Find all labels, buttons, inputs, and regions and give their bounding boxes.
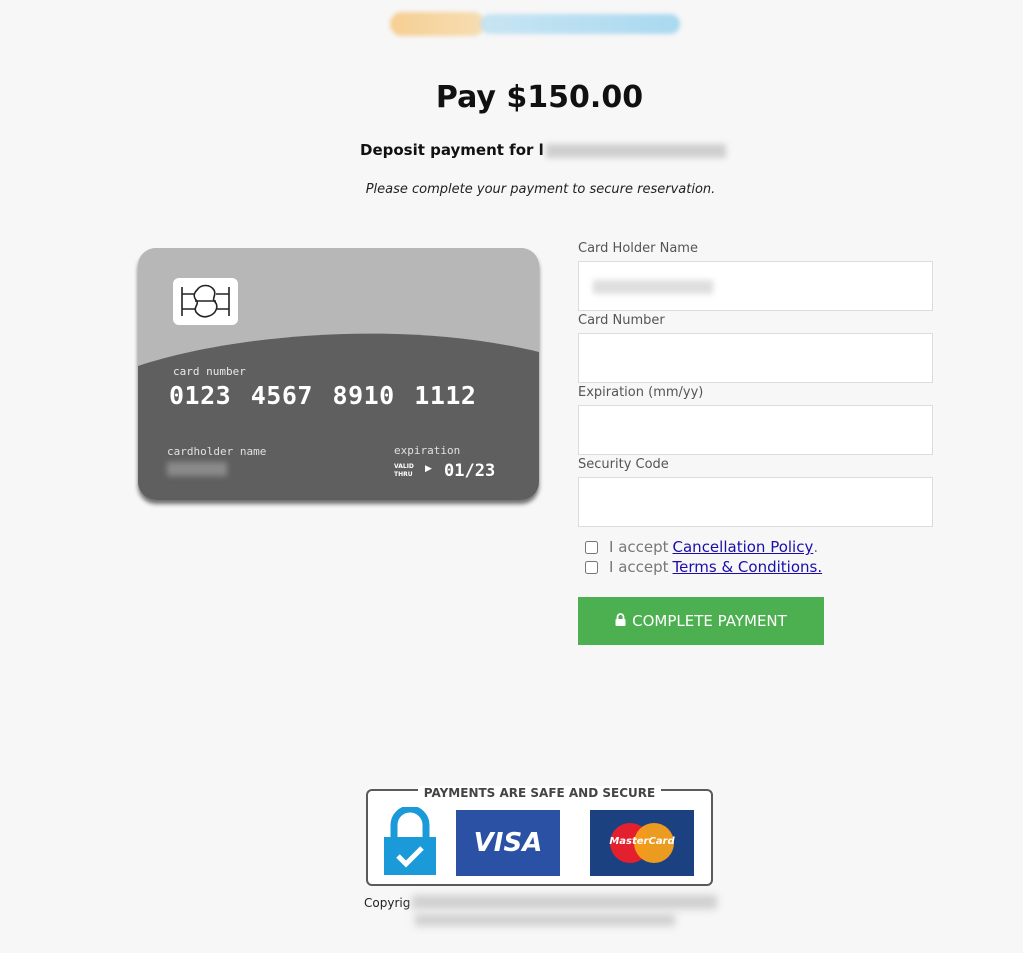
- security-code-label: Security Code: [578, 457, 669, 472]
- card-preview: card number 0123 4567 8910 1112 cardhold…: [138, 248, 539, 500]
- visa-text: VISA: [473, 828, 543, 858]
- card-holder-label: Card Holder Name: [578, 241, 698, 256]
- deposit-subtitle: Deposit payment for l: [360, 141, 726, 159]
- lock-icon: [615, 612, 626, 630]
- valid-text: VALID: [394, 463, 414, 470]
- padlock-check-icon: [384, 807, 436, 875]
- card-holder-input[interactable]: [578, 261, 933, 311]
- expiration-label: expiration: [394, 444, 461, 457]
- cardholder-redacted: [167, 462, 227, 476]
- cardholder-label: cardholder name: [167, 445, 267, 458]
- terms-conditions-link[interactable]: Terms & Conditions.: [673, 558, 823, 576]
- thru-text: THRU: [394, 471, 413, 478]
- copyright-text: Copyrig: [364, 896, 411, 910]
- security-code-input[interactable]: [578, 477, 933, 527]
- complete-payment-label: COMPLETE PAYMENT: [632, 612, 787, 630]
- site-logo: [390, 6, 690, 44]
- redacted-contact: [415, 914, 675, 926]
- redacted-holder-value: [593, 280, 713, 294]
- card-number-label: card number: [173, 365, 246, 378]
- subtitle-text: Deposit payment for l: [360, 141, 544, 159]
- valid-thru-label: VALID THRU: [394, 463, 414, 479]
- mastercard-text: MasterCard: [609, 836, 675, 847]
- cancellation-checkbox[interactable]: [585, 540, 598, 554]
- payment-note: Please complete your payment to secure r…: [365, 182, 716, 197]
- card-number-input[interactable]: [578, 333, 933, 383]
- redacted-copyright: [412, 895, 717, 909]
- mastercard-logo: MasterCard: [590, 810, 694, 876]
- arrow-right-icon: ▶: [425, 464, 432, 474]
- terms-checkbox[interactable]: [585, 560, 598, 574]
- accept-text: I accept: [609, 558, 669, 576]
- accept-text: I accept: [609, 538, 669, 556]
- redacted-property-name: [545, 143, 726, 158]
- secure-payments-badge: PAYMENTS ARE SAFE AND SECURE VISA Master…: [366, 786, 713, 886]
- card-number-preview: 0123 4567 8910 1112: [169, 381, 477, 410]
- expiration-input[interactable]: [578, 405, 933, 455]
- cancellation-row: I accept Cancellation Policy.: [585, 538, 818, 556]
- cancellation-policy-link[interactable]: Cancellation Policy: [673, 538, 814, 556]
- period-text: .: [813, 538, 819, 556]
- chip-icon: [173, 278, 238, 325]
- terms-row: I accept Terms & Conditions.: [585, 558, 822, 576]
- card-number-field-label: Card Number: [578, 313, 665, 328]
- expiration-preview: 01/23: [444, 461, 496, 481]
- complete-payment-button[interactable]: COMPLETE PAYMENT: [578, 597, 824, 645]
- page-title: Pay $150.00: [435, 80, 644, 115]
- expiration-field-label: Expiration (mm/yy): [578, 385, 704, 400]
- badge-title: PAYMENTS ARE SAFE AND SECURE: [417, 786, 662, 800]
- visa-logo: VISA: [456, 810, 560, 876]
